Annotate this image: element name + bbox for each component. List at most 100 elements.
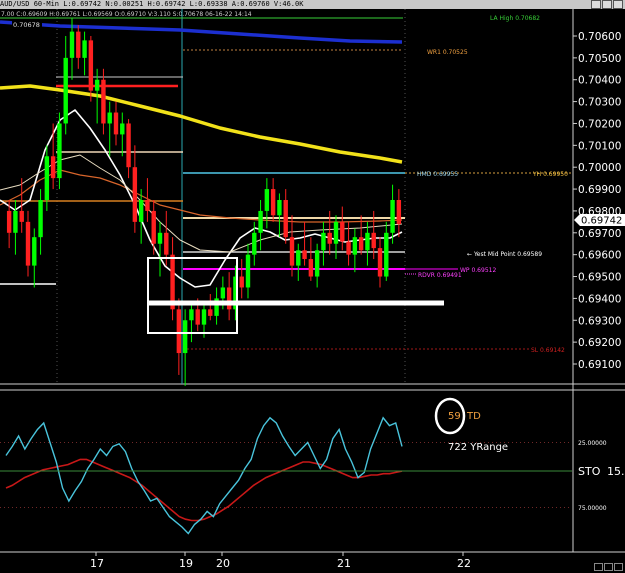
candle-body — [396, 200, 402, 225]
annotation-wp: WP 0.69512 — [460, 267, 496, 274]
candle-body — [226, 287, 232, 310]
candle-body — [302, 250, 307, 260]
candle-body — [13, 210, 18, 233]
candle-body — [346, 241, 351, 255]
candle-body — [189, 309, 194, 321]
osc-tick-label: 25.00000 — [578, 440, 607, 447]
date-tick-label: 22 — [457, 557, 471, 570]
candle-body — [182, 320, 188, 354]
candle-body — [270, 189, 276, 216]
candle-body — [390, 200, 395, 233]
candle-body — [365, 232, 370, 251]
price-chart: 7.00 C:0.69609 H:0.69761 L:0.69569 O:0.6… — [0, 9, 625, 570]
stoch-d-line — [5, 458, 403, 522]
date-tick-label: 21 — [337, 557, 351, 570]
candle-body — [138, 200, 144, 222]
candle-body — [44, 156, 50, 200]
price-tick-label: 0.70400 — [578, 75, 621, 87]
candle-body — [69, 31, 75, 58]
arrow-left-icon: ← — [467, 251, 474, 258]
candle-body — [327, 232, 332, 244]
stoch-k-line — [5, 416, 403, 535]
candle-body — [283, 200, 288, 238]
candle-body — [208, 309, 213, 316]
annotation-cut-top: LA High 0.70682 — [490, 15, 540, 22]
date-axis: 17 19 20 21 22 — [90, 552, 471, 570]
price-tick-label: 0.69600 — [578, 250, 621, 262]
candle-body — [145, 200, 150, 211]
price-tick-label: 0.69500 — [578, 272, 621, 284]
stoch-value: 15. — [607, 465, 625, 478]
price-tick-label: 0.69700 — [578, 228, 621, 240]
candle-body — [239, 276, 244, 288]
candle-body — [371, 232, 376, 249]
candle-body — [164, 232, 169, 255]
candle-body — [358, 237, 364, 251]
price-tick-label: 0.70300 — [578, 97, 621, 109]
candle-body — [195, 309, 200, 325]
osc-tick-label: 75.00000 — [578, 505, 607, 512]
candle-body — [333, 221, 339, 244]
candle-body — [258, 210, 263, 233]
ma-blue-line — [0, 20, 403, 44]
candle-body — [120, 123, 125, 135]
price-tick-label: 0.70200 — [578, 118, 621, 130]
candles — [6, 18, 402, 386]
candle-body — [220, 287, 226, 299]
candle-body — [50, 156, 56, 179]
candle-body — [352, 237, 358, 255]
candle-body — [57, 123, 62, 179]
top-price-label: 0.70678 — [13, 21, 40, 29]
price-tick-label: 0.69300 — [578, 315, 621, 327]
last-price-marker: 0.69742 — [574, 214, 625, 227]
candle-body — [94, 79, 100, 91]
scroll-right-icon[interactable] — [604, 563, 613, 571]
candle-body — [157, 232, 163, 244]
candle-body — [107, 112, 112, 124]
annotation-rdvr: RDVR 0.69491 — [418, 272, 462, 279]
candle-body — [252, 232, 257, 255]
stochastic-panel — [5, 416, 403, 535]
candle-body — [384, 232, 389, 277]
candle-body — [264, 189, 270, 211]
chart-toolbar[interactable] — [594, 563, 623, 571]
candle-body — [132, 167, 138, 222]
candle-body — [76, 31, 81, 58]
price-tick-label: 0.69200 — [578, 337, 621, 349]
candle-body — [101, 79, 106, 124]
candle-body — [38, 200, 43, 238]
price-tick-label: 0.70100 — [578, 140, 621, 152]
candle-body — [63, 57, 68, 124]
pivot-levels — [0, 17, 572, 350]
scroll-left-icon[interactable] — [594, 563, 603, 571]
annotation-sl: SL 0.69142 — [531, 347, 565, 354]
zoom-icon[interactable] — [614, 563, 623, 571]
price-tick-label: 0.69400 — [578, 293, 621, 305]
price-tick-label: 0.70500 — [578, 53, 621, 65]
candle-body — [151, 210, 156, 244]
annotation-yest-mid: ← Yest Mid Point 0.69589 — [467, 251, 542, 258]
date-tick-label: 17 — [90, 557, 104, 570]
date-tick-label: 20 — [216, 557, 230, 570]
last-price-label: 0.69742 — [581, 216, 622, 227]
price-tick-label: 0.69100 — [578, 359, 621, 371]
price-tick-label: 0.70600 — [578, 31, 621, 43]
price-tick-label: 0.70000 — [578, 162, 621, 174]
session-separators — [56, 9, 406, 384]
candle-body — [126, 123, 131, 168]
candle-body — [88, 40, 94, 91]
td-label: TD — [466, 411, 481, 422]
candle-body — [245, 254, 251, 288]
candle-body — [25, 221, 31, 266]
price-tick-label: 0.69900 — [578, 184, 621, 196]
annotation-hmd: HMD 0.69955 — [417, 171, 458, 178]
annotation-yh: YH 0.69950 — [532, 171, 568, 178]
candle-body — [19, 210, 24, 222]
candle-body — [176, 309, 182, 354]
candle-body — [32, 237, 37, 266]
td-count: 59 — [448, 411, 461, 422]
td-counter: 59 TD — [434, 397, 481, 435]
annotation-wr1: WR1 0.70525 — [427, 49, 468, 56]
info-line: 7.00 C:0.69609 H:0.69761 L:0.69569 O:0.6… — [1, 11, 252, 18]
candle-body — [289, 237, 295, 266]
